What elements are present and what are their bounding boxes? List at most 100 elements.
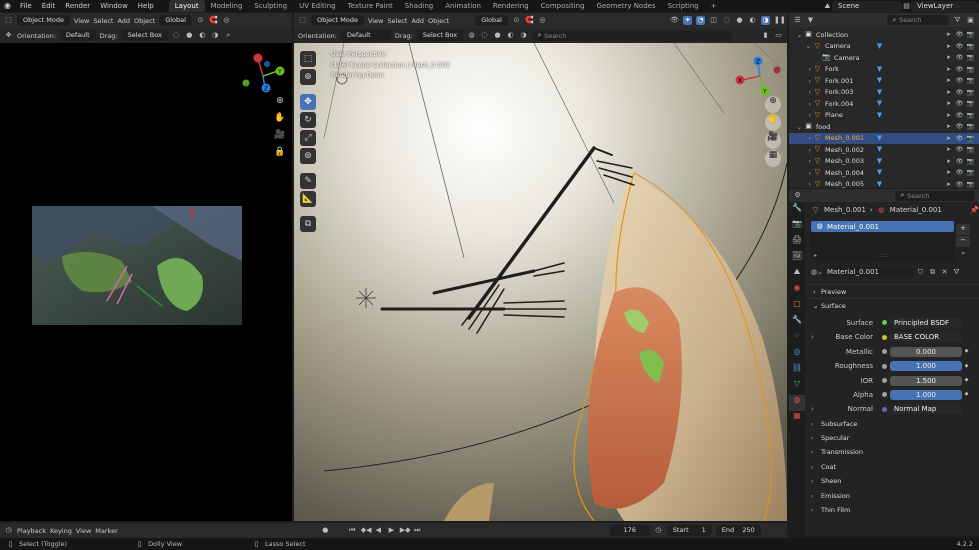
left-search-icon[interactable]: ⌕ [224, 31, 233, 40]
overlay-toggle-icon[interactable]: ◔ [696, 16, 705, 25]
outliner-row[interactable]: 📷 Camera ➤ 👁 📷 [789, 52, 979, 64]
auto-key-icon[interactable]: ● [321, 526, 330, 535]
main-shading-wireframe-icon[interactable]: ◌ [722, 16, 731, 25]
visibility-eye-icon[interactable]: 👁 [955, 145, 964, 154]
property-value-field[interactable]: 1.000 [890, 361, 962, 372]
outliner-row[interactable]: › ▽ Mesh_0.003 ▼ ➤ 👁 📷 [789, 156, 979, 168]
bookmark-icon[interactable]: ▮ [761, 31, 770, 40]
property-value-field[interactable]: 0.000 [890, 346, 962, 357]
keyframe-dot-icon[interactable]: ◆ [962, 347, 971, 356]
outliner-expand-chevron-icon[interactable]: › [789, 134, 813, 142]
play-icon[interactable]: ▶ [387, 526, 396, 535]
left-transform-orientation[interactable]: Global [159, 15, 192, 26]
mesh-data-icon[interactable]: ▼ [875, 76, 884, 85]
main-transform-orientation[interactable]: Global [475, 15, 508, 26]
socket-dot-icon[interactable] [882, 392, 887, 398]
constraints-tab-icon[interactable]: ⛓ [789, 363, 805, 379]
outliner-expand-chevron-icon[interactable]: ⌄ [789, 31, 804, 39]
pin-properties-icon[interactable]: 📌 [970, 206, 979, 215]
selectable-toggle-icon[interactable]: ➤ [944, 111, 953, 120]
render-camera-icon[interactable]: 📷 [966, 134, 975, 143]
selectable-toggle-icon[interactable]: ➤ [944, 134, 953, 143]
tab-rendering[interactable]: Rendering [487, 0, 535, 12]
left-pan-hand-icon[interactable]: ✋ [272, 113, 288, 130]
timeline-menu-playback[interactable]: Playback [17, 527, 46, 535]
outliner-row[interactable]: › ▽ Mesh_0.001 ▼ ➤ 👁 📷 [789, 132, 979, 144]
tab-scripting[interactable]: Scripting [662, 0, 705, 12]
outliner-editor-icon[interactable]: ☰ [793, 16, 802, 25]
transform-tool-icon[interactable]: ⊛ [300, 148, 316, 164]
property-value-field[interactable]: 1.000 [890, 389, 962, 400]
outliner-row[interactable]: › ▽ Fork.004 ▼ ➤ 👁 📷 [789, 98, 979, 110]
main-shading-material-icon[interactable]: ◐ [748, 16, 757, 25]
socket-dot-icon[interactable] [882, 406, 887, 412]
outliner-expand-chevron-icon[interactable]: › [789, 100, 813, 108]
left-menu-object[interactable]: Object [134, 17, 155, 25]
mesh-data-icon[interactable]: ▼ [875, 65, 884, 74]
property-value-field[interactable]: 1.500 [890, 375, 962, 386]
gizmo-toggle-icon[interactable]: ✦ [683, 16, 692, 25]
subpanel-header[interactable]: › Subsurface [807, 417, 979, 431]
tab-texture-paint[interactable]: Texture Paint [342, 0, 399, 12]
property-value-field[interactable]: BASE COLOR [890, 332, 962, 343]
menu-file[interactable]: File [15, 0, 37, 12]
outliner-row[interactable]: ⌄ ▽ Camera ▼ ➤ 👁 📷 [789, 41, 979, 53]
property-value-field[interactable]: Principled BSDF [890, 317, 962, 328]
outliner-funnel-icon[interactable]: ⛛ [953, 16, 962, 25]
main-ortho-toggle-icon[interactable]: ▦ [765, 150, 781, 167]
main-menu-select[interactable]: Select [387, 17, 407, 25]
visibility-eye-icon[interactable]: 👁 [955, 99, 964, 108]
main-pivot-icon[interactable]: ⊙ [512, 16, 521, 25]
editor-type-icon[interactable]: ⬚ [4, 16, 13, 25]
main-shading-rendered-icon[interactable]: ◑ [761, 16, 770, 25]
particles-tab-icon[interactable]: ⁘ [789, 331, 805, 347]
data-tab-icon[interactable]: ▽ [789, 379, 805, 395]
tool-props-tab-icon[interactable]: 🔧 [789, 203, 805, 219]
modifier-tab-icon[interactable]: 🔧 [789, 315, 805, 331]
selectable-toggle-icon[interactable]: ➤ [944, 42, 953, 51]
main-drag-dropdown[interactable]: Select Box [416, 30, 464, 41]
visibility-eye-icon[interactable]: 👁 [955, 157, 964, 166]
left-gizmo-neg-z-ball[interactable] [264, 61, 270, 67]
outliner-expand-chevron-icon[interactable]: ⌄ [789, 42, 813, 50]
move-tool-icon[interactable]: ✥ [4, 31, 13, 40]
scene-tab-icon[interactable]: ⛰ [789, 267, 805, 283]
render-camera-icon[interactable]: 📷 [966, 53, 975, 62]
outliner-filter-icon[interactable]: ▼ [806, 16, 815, 25]
visibility-eye-icon[interactable]: 👁 [955, 168, 964, 177]
unlink-material-icon[interactable]: ✕ [940, 268, 949, 277]
left-menu-select[interactable]: Select [93, 17, 113, 25]
keyframe-dot-icon[interactable]: ◆ [962, 376, 971, 385]
scale-tool-icon[interactable]: ⤢ [300, 130, 316, 146]
main-gizmo-neg-x-ball[interactable] [773, 66, 781, 74]
outliner-expand-chevron-icon[interactable]: › [789, 65, 813, 73]
render-camera-icon[interactable]: 📷 [966, 145, 975, 154]
outliner-expand-chevron-icon[interactable]: › [789, 88, 813, 96]
material-name-field[interactable]: Material_0.001 [823, 267, 913, 277]
cursor-tool-icon[interactable]: ⊕ [300, 69, 316, 85]
left-shading-wireframe-icon[interactable]: ◌ [172, 31, 181, 40]
view-layer-tab-icon[interactable]: 🖼 [789, 251, 805, 267]
mesh-data-icon[interactable]: ▼ [875, 168, 884, 177]
browse-material-icon[interactable]: ◍⌄ [811, 268, 823, 277]
subpanel-header[interactable]: › Specular [807, 431, 979, 445]
slot-specials-icon[interactable]: ⌄ [956, 248, 970, 259]
main-tool-mat-icon[interactable]: ◐ [506, 31, 515, 40]
left-camera-view-icon[interactable]: 🎥 [272, 130, 288, 147]
material-funnel-icon[interactable]: ⛛ [952, 268, 961, 277]
render-camera-icon[interactable]: 📷 [966, 111, 975, 120]
left-gizmo-neg-y-ball[interactable] [242, 79, 250, 87]
outliner-row[interactable]: › ▽ Fork.001 ▼ ➤ 👁 📷 [789, 75, 979, 87]
pin-icon[interactable]: ▭ [774, 31, 783, 40]
pivot-icon[interactable]: ⊙ [196, 16, 205, 25]
selectable-toggle-icon[interactable]: ➤ [944, 30, 953, 39]
selectable-toggle-icon[interactable]: ➤ [944, 99, 953, 108]
tab-layout[interactable]: Layout [168, 0, 205, 12]
mesh-data-icon[interactable]: ▼ [875, 157, 884, 166]
mesh-data-icon[interactable]: ▼ [875, 134, 884, 143]
proportional-icon[interactable]: ◎ [222, 16, 231, 25]
add-cube-tool-icon[interactable]: ⧉ [300, 216, 316, 232]
selectable-toggle-icon[interactable]: ➤ [944, 122, 953, 131]
keyframe-dot-icon[interactable]: ◆ [962, 362, 971, 371]
tab-animation[interactable]: Animation [439, 0, 487, 12]
